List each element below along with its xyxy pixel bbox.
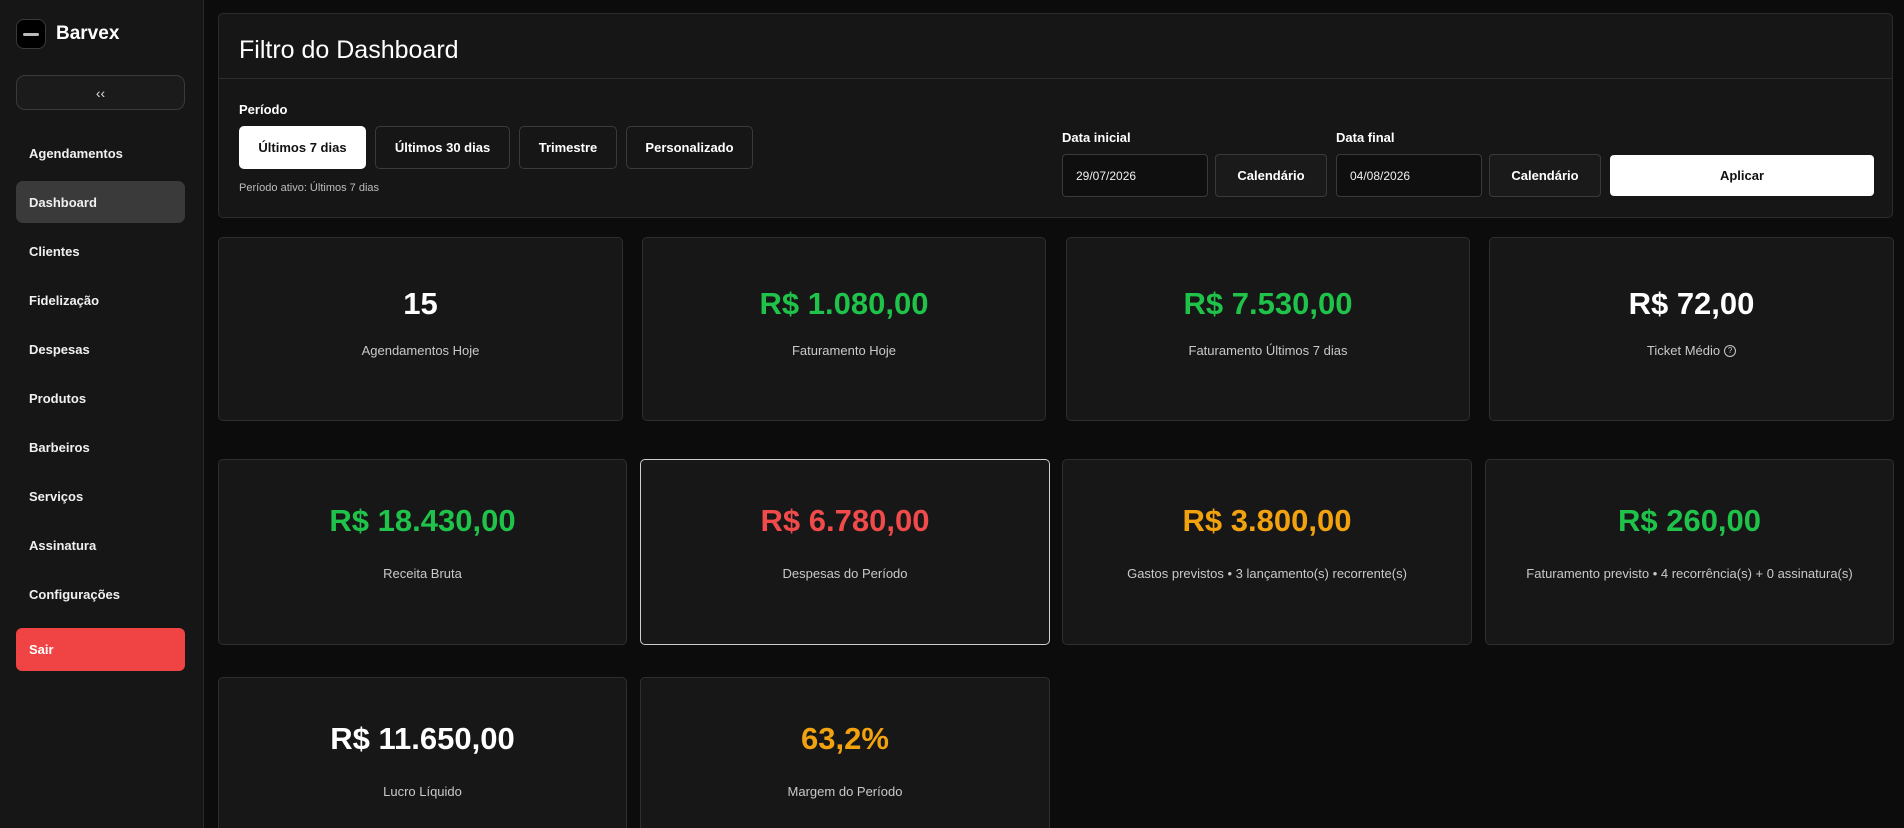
sidebar-item-produtos[interactable]: Produtos bbox=[16, 377, 185, 419]
period-last-7-days-button[interactable]: Últimos 7 dias bbox=[239, 126, 366, 169]
sidebar-item-despesas[interactable]: Despesas bbox=[16, 328, 185, 370]
apply-button[interactable]: Aplicar bbox=[1610, 155, 1874, 196]
start-date-label: Data inicial bbox=[1062, 130, 1131, 145]
card-label: Lucro Líquido bbox=[383, 784, 462, 799]
card-label: Gastos previstos • 3 lançamento(s) recor… bbox=[1127, 566, 1407, 581]
brand-logo-icon bbox=[16, 19, 46, 49]
card-value: R$ 72,00 bbox=[1628, 286, 1755, 321]
sidebar-nav: Agendamentos Dashboard Clientes Fideliza… bbox=[16, 132, 185, 622]
divider bbox=[219, 78, 1892, 79]
sidebar-item-agendamentos[interactable]: Agendamentos bbox=[16, 132, 185, 174]
card-value: R$ 6.780,00 bbox=[760, 503, 930, 538]
filter-title: Filtro do Dashboard bbox=[239, 36, 459, 64]
sidebar-item-configuracoes[interactable]: Configurações bbox=[16, 573, 185, 615]
info-icon[interactable]: ? bbox=[1724, 344, 1737, 357]
card-agendamentos-hoje: 15 Agendamentos Hoje bbox=[218, 237, 623, 421]
period-last-30-days-button[interactable]: Últimos 30 dias bbox=[375, 126, 510, 169]
card-label: Despesas do Período bbox=[782, 566, 908, 581]
sidebar-item-barbeiros[interactable]: Barbeiros bbox=[16, 426, 185, 468]
end-date-calendar-button[interactable]: Calendário bbox=[1489, 154, 1601, 197]
sidebar: Barvex ‹‹ Agendamentos Dashboard Cliente… bbox=[0, 0, 204, 828]
card-label-wrapper: Ticket Médio ? bbox=[1646, 343, 1737, 358]
sidebar-item-servicos[interactable]: Serviços bbox=[16, 475, 185, 517]
sidebar-item-clientes[interactable]: Clientes bbox=[16, 230, 185, 272]
card-gastos-previstos: R$ 3.800,00 Gastos previstos • 3 lançame… bbox=[1062, 459, 1472, 645]
card-value: R$ 11.650,00 bbox=[330, 721, 515, 756]
brand[interactable]: Barvex bbox=[16, 19, 119, 49]
card-faturamento-previsto: R$ 260,00 Faturamento previsto • 4 recor… bbox=[1485, 459, 1894, 645]
sidebar-item-dashboard[interactable]: Dashboard bbox=[16, 181, 185, 223]
card-label: Receita Bruta bbox=[383, 566, 462, 581]
end-date-input[interactable]: 04/08/2026 bbox=[1336, 154, 1482, 197]
dashboard-filter-panel: Filtro do Dashboard Período Últimos 7 di… bbox=[218, 13, 1893, 218]
card-faturamento-7-dias: R$ 7.530,00 Faturamento Últimos 7 dias bbox=[1066, 237, 1470, 421]
period-label: Período bbox=[239, 102, 288, 117]
card-value: 63,2% bbox=[801, 721, 889, 756]
card-value: R$ 18.430,00 bbox=[329, 503, 516, 538]
card-label: Agendamentos Hoje bbox=[361, 343, 480, 358]
logout-button[interactable]: Sair bbox=[16, 628, 185, 671]
card-label: Margem do Período bbox=[787, 784, 903, 799]
card-value: R$ 3.800,00 bbox=[1182, 503, 1352, 538]
card-margem-periodo: 63,2% Margem do Período bbox=[640, 677, 1050, 828]
period-quarter-button[interactable]: Trimestre bbox=[519, 126, 617, 169]
card-label: Faturamento Hoje bbox=[791, 343, 897, 358]
start-date-input[interactable]: 29/07/2026 bbox=[1062, 154, 1208, 197]
active-period-text: Período ativo: Últimos 7 dias bbox=[239, 182, 380, 194]
sidebar-item-assinatura[interactable]: Assinatura bbox=[16, 524, 185, 566]
card-despesas-periodo: R$ 6.780,00 Despesas do Período bbox=[640, 459, 1050, 645]
card-label: Faturamento Últimos 7 dias bbox=[1188, 343, 1348, 358]
card-lucro-liquido: R$ 11.650,00 Lucro Líquido bbox=[218, 677, 627, 828]
sidebar-item-fidelizacao[interactable]: Fidelização bbox=[16, 279, 185, 321]
card-value: 15 bbox=[403, 286, 438, 321]
start-date-calendar-button[interactable]: Calendário bbox=[1215, 154, 1327, 197]
card-receita-bruta: R$ 18.430,00 Receita Bruta bbox=[218, 459, 627, 645]
card-label: Faturamento previsto • 4 recorrência(s) … bbox=[1526, 566, 1853, 581]
end-date-label: Data final bbox=[1336, 130, 1395, 145]
card-value: R$ 7.530,00 bbox=[1183, 286, 1353, 321]
card-faturamento-hoje: R$ 1.080,00 Faturamento Hoje bbox=[642, 237, 1046, 421]
card-value: R$ 1.080,00 bbox=[759, 286, 929, 321]
brand-name: Barvex bbox=[56, 23, 120, 44]
period-custom-button[interactable]: Personalizado bbox=[626, 126, 753, 169]
card-label: Ticket Médio bbox=[1646, 343, 1721, 358]
card-ticket-medio: R$ 72,00 Ticket Médio ? bbox=[1489, 237, 1894, 421]
collapse-sidebar-button[interactable]: ‹‹ bbox=[16, 75, 185, 110]
card-value: R$ 260,00 bbox=[1617, 503, 1762, 538]
